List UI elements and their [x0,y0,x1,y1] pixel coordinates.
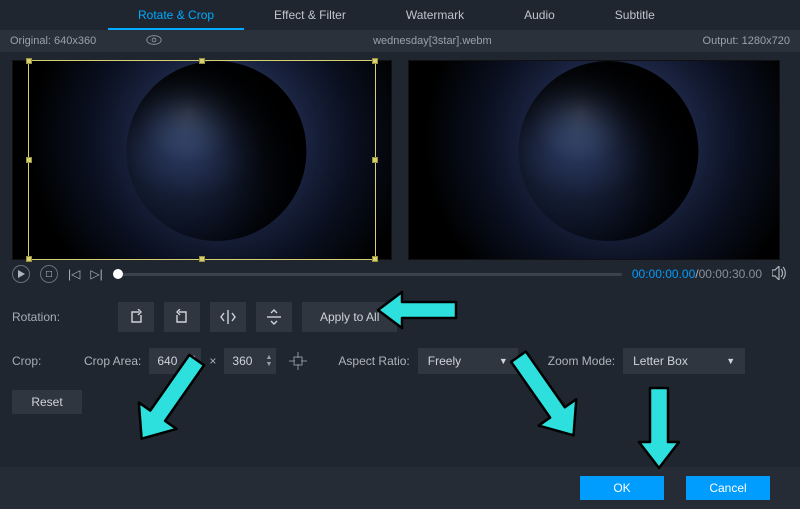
time-current: 00:00:00.00 [632,267,695,281]
file-info-bar: Original: 640x360 wednesday[3star].webm … [0,30,800,52]
crop-area-label: Crop Area: [84,354,141,368]
playhead[interactable] [113,269,123,279]
aspect-ratio-select[interactable]: Freely▼ [418,348,518,374]
rotation-label: Rotation: [12,310,64,324]
crop-width-input[interactable]: 640 ▲▼ [149,348,201,374]
center-align-button[interactable] [284,348,312,374]
timeline-track[interactable] [113,273,622,276]
volume-icon[interactable] [772,266,788,283]
footer-bar: OK Cancel [0,467,800,509]
tabs-bar: Rotate & Crop Effect & Filter Watermark … [0,0,800,30]
crop-handles[interactable] [28,60,376,260]
tab-effect-filter[interactable]: Effect & Filter [244,0,376,30]
next-frame-button[interactable]: ▷| [90,267,102,281]
controls-panel: Rotation: Apply to All Crop: Crop Area: … [0,288,800,420]
aspect-ratio-label: Aspect Ratio: [338,354,409,368]
stop-button[interactable] [40,265,58,283]
filename-label: wednesday[3star].webm [373,35,492,47]
original-size-label: Original: 640x360 [10,35,96,47]
zoom-mode-select[interactable]: Letter Box▼ [623,348,745,374]
tab-rotate-crop[interactable]: Rotate & Crop [108,0,244,30]
apply-to-all-button[interactable]: Apply to All [302,302,397,332]
tab-watermark[interactable]: Watermark [376,0,494,30]
playback-timeline: |◁ ▷| 00:00:00.00/00:00:30.00 [0,264,800,288]
height-up[interactable]: ▲ [265,354,272,361]
time-total: 00:00:30.00 [699,267,762,281]
rotate-ccw-button[interactable] [118,302,154,332]
prev-frame-button[interactable]: |◁ [68,267,80,281]
tab-subtitle[interactable]: Subtitle [585,0,685,30]
width-up[interactable]: ▲ [190,354,197,361]
cancel-button[interactable]: Cancel [686,476,770,500]
preview-output [408,60,780,260]
ok-button[interactable]: OK [580,476,664,500]
flip-horizontal-button[interactable] [210,302,246,332]
preview-original[interactable] [12,60,392,260]
crop-height-input[interactable]: 360 ▲▼ [224,348,276,374]
reset-button[interactable]: Reset [12,390,82,414]
crop-label: Crop: [12,354,64,368]
output-size-label: Output: 1280x720 [703,35,790,47]
height-down[interactable]: ▼ [265,361,272,368]
flip-vertical-button[interactable] [256,302,292,332]
visibility-icon[interactable] [146,35,162,48]
width-down[interactable]: ▼ [190,361,197,368]
rotate-cw-button[interactable] [164,302,200,332]
times-label: × [209,354,216,368]
zoom-mode-label: Zoom Mode: [548,354,615,368]
play-button[interactable] [12,265,30,283]
preview-area [0,52,800,264]
tab-audio[interactable]: Audio [494,0,585,30]
